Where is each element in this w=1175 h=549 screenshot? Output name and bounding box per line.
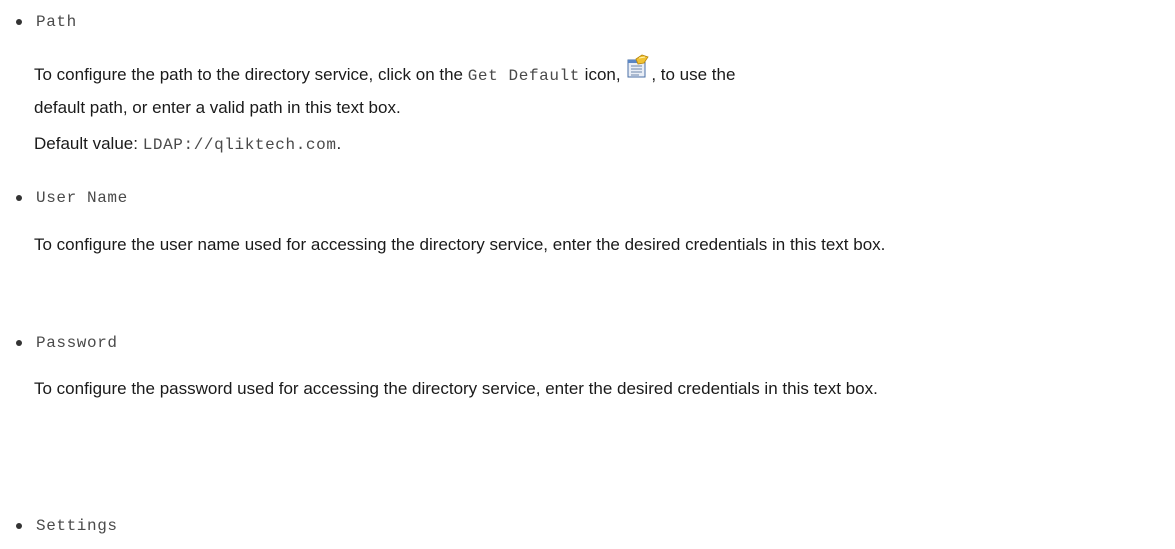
list-item-user-name: User Name bbox=[14, 186, 1165, 210]
path-description-text: To configure the path to the directory s… bbox=[34, 65, 468, 84]
bullet-row: Password bbox=[14, 331, 1165, 355]
term-path: Path bbox=[36, 13, 77, 31]
get-default-code: Get Default bbox=[467, 67, 580, 85]
bullet-icon bbox=[16, 19, 22, 25]
list-item-settings: Settings bbox=[14, 514, 1165, 538]
path-description-rest-1: , to use the bbox=[651, 65, 736, 84]
path-description-rest-2: default path, or enter a valid path in t… bbox=[34, 98, 401, 117]
bullet-icon bbox=[16, 523, 22, 529]
bullet-icon bbox=[16, 340, 22, 346]
path-default-line: Default value: LDAP://qliktech.com. bbox=[34, 128, 1155, 161]
bullet-row: User Name bbox=[14, 186, 1165, 210]
get-default-icon bbox=[627, 54, 649, 82]
default-value-suffix: . bbox=[336, 134, 342, 153]
user-name-description: To configure the user name used for acce… bbox=[34, 235, 886, 254]
term-settings: Settings bbox=[36, 517, 118, 535]
default-value: LDAP://qliktech.com bbox=[142, 136, 337, 154]
bullet-row: Path bbox=[14, 10, 1165, 34]
term-password: Password bbox=[36, 334, 118, 352]
bullet-row: Settings bbox=[14, 514, 1165, 538]
list-item-password: Password bbox=[14, 331, 1165, 355]
password-description: To configure the password used for acces… bbox=[34, 379, 878, 398]
term-user-name: User Name bbox=[36, 189, 128, 207]
default-value-label: Default value: bbox=[34, 134, 138, 153]
bullet-icon bbox=[16, 195, 22, 201]
path-description-icon-label: icon, bbox=[579, 65, 621, 84]
list-item-path: Path bbox=[14, 10, 1165, 34]
path-description: To configure the path to the directory s… bbox=[34, 54, 1155, 124]
